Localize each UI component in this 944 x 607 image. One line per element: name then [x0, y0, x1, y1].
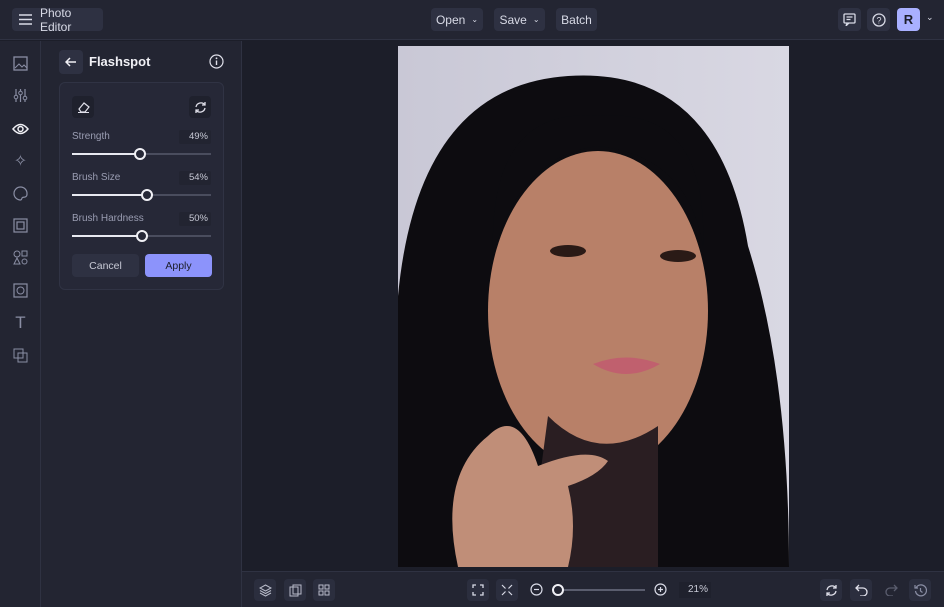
compare-button[interactable]: [284, 579, 306, 601]
bottom-toolbar: 21%: [242, 571, 944, 607]
slider-label: Brush Size: [72, 172, 121, 183]
comment-icon: [843, 13, 856, 26]
chevron-down-icon: ⌄: [471, 15, 479, 24]
apply-button[interactable]: Apply: [145, 254, 212, 277]
redo-icon: [884, 584, 898, 596]
shapes-icon[interactable]: [11, 248, 30, 267]
frame-icon[interactable]: [11, 216, 30, 235]
slider-label: Strength: [72, 131, 110, 142]
fit-screen-button[interactable]: [467, 579, 489, 601]
arrow-left-icon: [65, 57, 77, 67]
slider-value-input[interactable]: 54%: [179, 171, 211, 185]
zoom-slider-handle[interactable]: [551, 584, 564, 596]
open-button[interactable]: Open ⌄: [431, 8, 483, 31]
adjustments-icon[interactable]: [11, 86, 30, 105]
svg-text:?: ?: [876, 15, 881, 25]
slider-handle[interactable]: [135, 230, 148, 242]
open-label: Open: [435, 12, 466, 27]
overlay-icon[interactable]: [11, 346, 30, 365]
reset-button[interactable]: [189, 96, 211, 118]
texture-icon[interactable]: [11, 281, 30, 300]
history-icon: [913, 583, 927, 597]
layers-button[interactable]: [254, 579, 276, 601]
zoom-out-icon[interactable]: [530, 583, 543, 596]
cancel-button[interactable]: Cancel: [72, 254, 139, 277]
undo-icon: [854, 584, 868, 596]
slider-value-input[interactable]: 49%: [179, 130, 211, 144]
text-icon[interactable]: T: [11, 313, 30, 332]
zoom-in-icon[interactable]: [654, 583, 667, 596]
slider-label: Brush Hardness: [72, 213, 144, 224]
slider-track[interactable]: [72, 148, 211, 160]
compare-icon: [289, 584, 302, 597]
history-button[interactable]: [909, 579, 931, 601]
batch-button[interactable]: Batch: [556, 8, 597, 31]
slider-track[interactable]: [72, 189, 211, 201]
top-bar: Photo Editor Open ⌄ Save ⌄ Batch ? R ⌄: [0, 0, 944, 40]
back-button[interactable]: [59, 50, 83, 74]
slider-value-input[interactable]: 50%: [179, 212, 211, 226]
slider-fill: [72, 235, 142, 237]
tool-sidebar: ✧ T: [0, 41, 41, 607]
eraser-button[interactable]: [72, 96, 94, 118]
image-canvas[interactable]: [242, 41, 944, 571]
save-button[interactable]: Save ⌄: [494, 8, 545, 31]
help-icon: ?: [871, 12, 886, 27]
slider-handle[interactable]: [141, 189, 154, 201]
layers-icon: [258, 583, 272, 597]
info-icon[interactable]: [209, 54, 224, 69]
menu-button[interactable]: Photo Editor: [12, 5, 103, 34]
shrink-icon: [501, 584, 513, 596]
actual-size-button[interactable]: [496, 579, 518, 601]
photo: [398, 46, 789, 567]
slider-fill: [72, 194, 148, 196]
zoom-value[interactable]: 21%: [679, 582, 711, 598]
comment-button[interactable]: [838, 8, 861, 31]
refresh-icon: [194, 101, 207, 114]
app-title: Photo Editor: [40, 5, 72, 34]
image-icon[interactable]: [11, 54, 30, 73]
flashspot-settings-card: Strength 49% Brush Size 54% Brush Hardne…: [59, 82, 224, 290]
slider-fill: [72, 153, 141, 155]
redo-button[interactable]: [880, 579, 902, 601]
eye-icon[interactable]: [11, 119, 30, 138]
expand-icon: [472, 584, 484, 596]
hamburger-icon: [19, 14, 32, 25]
avatar[interactable]: R: [897, 8, 920, 31]
zoom-slider[interactable]: [551, 584, 645, 596]
panel-title: Flashspot: [89, 54, 151, 69]
chevron-down-icon[interactable]: ⌄: [926, 12, 934, 23]
refresh-icon: [825, 584, 838, 597]
slider-handle[interactable]: [134, 148, 147, 160]
sparkle-icon[interactable]: ✧: [11, 151, 30, 170]
eraser-icon: [77, 101, 90, 113]
slider-track[interactable]: [72, 230, 211, 242]
help-button[interactable]: ?: [867, 8, 890, 31]
grid-icon: [318, 584, 330, 596]
undo-button[interactable]: [850, 579, 872, 601]
chevron-down-icon: ⌄: [532, 15, 540, 24]
sync-button[interactable]: [820, 579, 842, 601]
save-label: Save: [499, 12, 527, 27]
flashspot-panel: Flashspot Strength 49% Brush Size 54% Br…: [41, 41, 242, 607]
palette-icon[interactable]: [11, 184, 30, 203]
grid-button[interactable]: [313, 579, 335, 601]
